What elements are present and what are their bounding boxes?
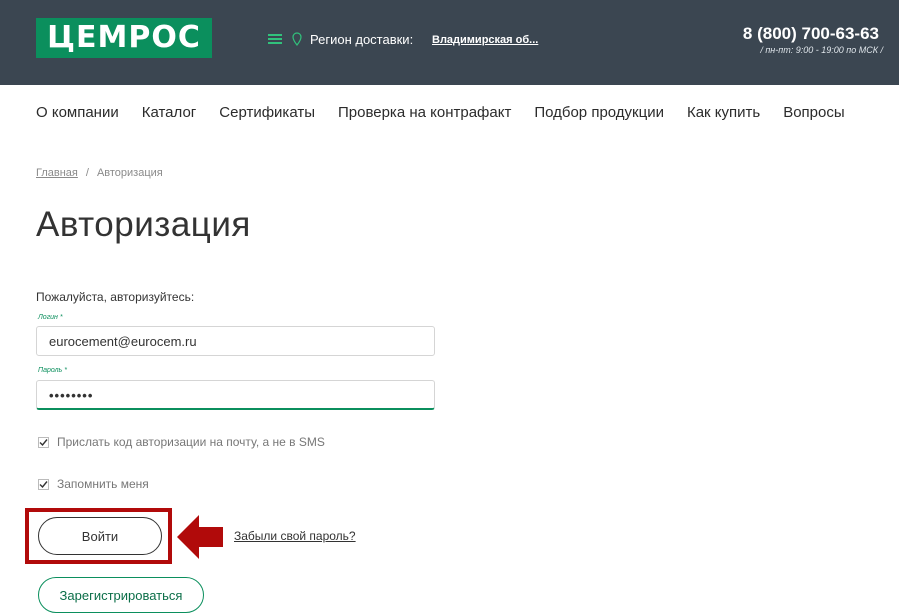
region-selector-link[interactable]: Владимирская об... — [432, 34, 538, 46]
pointer-arrow-icon — [177, 515, 223, 559]
phone-number[interactable]: 8 (800) 700-63-63 — [743, 24, 879, 44]
location-pin-icon — [292, 32, 302, 46]
password-field-label: Пароль * — [38, 367, 67, 374]
hamburger-menu-icon[interactable] — [268, 34, 282, 45]
login-intro-text: Пожалуйста, авторизуйтесь: — [36, 290, 195, 304]
nav-item-certificates[interactable]: Сертификаты — [219, 104, 315, 121]
remember-me-label: Запомнить меня — [57, 477, 149, 491]
main-nav: О компании Каталог Сертификаты Проверка … — [36, 104, 868, 121]
breadcrumb-separator: / — [85, 167, 89, 179]
login-input[interactable]: eurocement@eurocem.ru — [36, 326, 435, 356]
remember-me-checkbox-row[interactable]: Запомнить меня — [38, 477, 149, 491]
login-field-label: Логин * — [38, 314, 63, 321]
login-button[interactable]: Войти — [38, 517, 162, 555]
breadcrumb-current: Авторизация — [96, 167, 163, 179]
breadcrumb: Главная / Авторизация — [36, 167, 163, 179]
password-label-text: Пароль — [38, 367, 63, 374]
region-label: Регион доставки: — [310, 32, 414, 47]
required-mark: * — [59, 314, 63, 321]
nav-item-catalog[interactable]: Каталог — [142, 104, 197, 121]
checkbox-checked-icon[interactable] — [38, 478, 49, 490]
required-mark: * — [64, 367, 67, 374]
nav-item-how-to-buy[interactable]: Как купить — [687, 104, 760, 121]
page-title: Авторизация — [36, 205, 251, 244]
site-logo[interactable]: ЦЕМРОС — [36, 18, 212, 58]
checkbox-checked-icon[interactable] — [38, 436, 49, 448]
site-header: ЦЕМРОС Регион доставки: Владимирская об.… — [0, 0, 899, 85]
password-input[interactable]: •••••••• — [36, 380, 435, 410]
login-label-text: Логин — [38, 314, 58, 321]
email-code-checkbox-row[interactable]: Прислать код авторизации на почту, а не … — [38, 435, 325, 449]
nav-item-counterfeit-check[interactable]: Проверка на контрафакт — [338, 104, 511, 121]
breadcrumb-home-link[interactable]: Главная — [36, 167, 78, 179]
nav-item-questions[interactable]: Вопросы — [783, 104, 844, 121]
forgot-password-link[interactable]: Забыли свой пароль? — [234, 529, 356, 543]
nav-item-product-selection[interactable]: Подбор продукции — [534, 104, 664, 121]
working-hours: / пн-пт: 9:00 - 19:00 по МСК / — [760, 45, 883, 55]
nav-item-about[interactable]: О компании — [36, 104, 119, 121]
email-code-label: Прислать код авторизации на почту, а не … — [57, 435, 325, 449]
register-button[interactable]: Зарегистрироваться — [38, 577, 204, 613]
